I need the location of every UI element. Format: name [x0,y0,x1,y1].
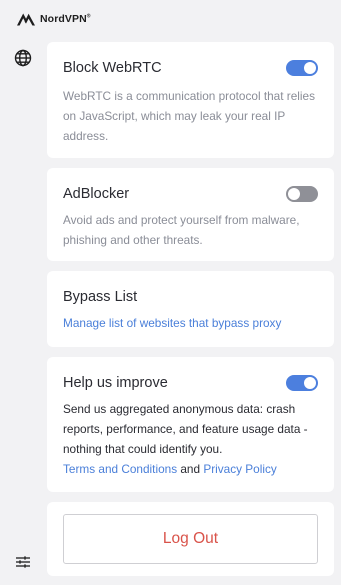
toggle-knob [288,188,300,200]
logout-button[interactable]: Log Out [63,514,318,564]
help-improve-toggle[interactable] [286,375,318,391]
nordvpn-logo-icon [17,13,35,26]
toggle-knob [304,377,316,389]
settings-panel: Block WebRTC WebRTC is a communication p… [47,42,334,576]
top-bar: NordVPN® [0,0,341,38]
toggle-knob [304,62,316,74]
manage-bypass-link[interactable]: Manage list of websites that bypass prox… [63,316,281,330]
sidebar [0,38,47,585]
globe-icon[interactable] [13,48,33,68]
webrtc-description: WebRTC is a communication protocol that … [63,89,315,143]
settings-sliders-icon[interactable] [13,552,33,572]
terms-link[interactable]: Terms and Conditions [63,462,177,476]
and-text: and [180,462,201,476]
privacy-link[interactable]: Privacy Policy [203,462,276,476]
help-improve-description: Send us aggregated anonymous data: crash… [63,402,308,456]
adblocker-card: AdBlocker Avoid ads and protect yourself… [47,168,334,261]
bypass-list-title: Bypass List [63,289,138,305]
brand: NordVPN® [16,12,91,26]
help-improve-card: Help us improve Send us aggregated anony… [47,357,334,492]
help-improve-title: Help us improve [63,375,168,391]
logout-card: Log Out [47,502,334,576]
brand-name: NordVPN® [40,13,91,25]
bypass-list-card: Bypass List Manage list of websites that… [47,271,334,347]
webrtc-title: Block WebRTC [63,60,162,76]
adblocker-toggle[interactable] [286,186,318,202]
webrtc-toggle[interactable] [286,60,318,76]
registered-mark: ® [86,13,91,20]
webrtc-card: Block WebRTC WebRTC is a communication p… [47,42,334,158]
adblocker-description: Avoid ads and protect yourself from malw… [63,213,300,247]
adblocker-title: AdBlocker [63,186,130,202]
